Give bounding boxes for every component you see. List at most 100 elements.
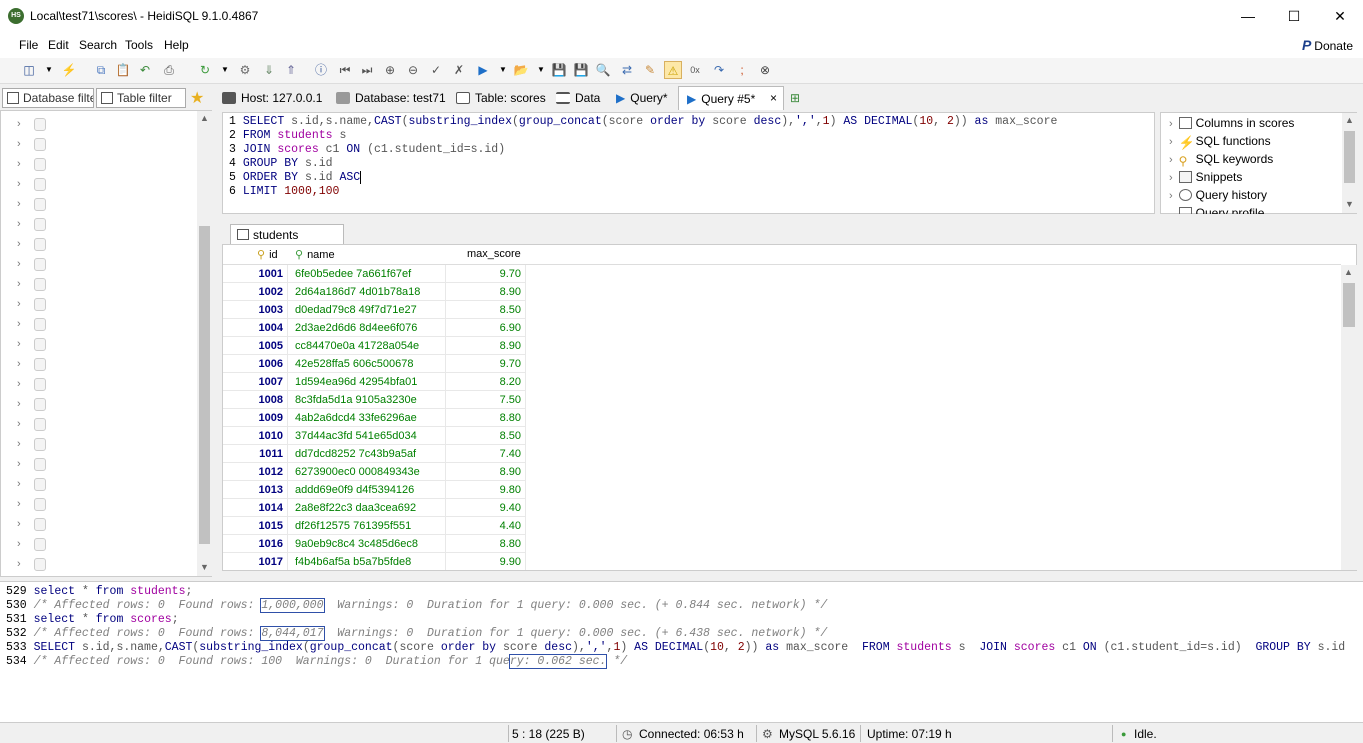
table-row[interactable]: 1017 f4b4b6af5a b5a7b5fde8 9.90 xyxy=(223,553,525,570)
cell-id[interactable]: 1012 xyxy=(223,463,283,481)
chevron-right-icon[interactable]: › xyxy=(17,318,21,330)
helper-query-profile[interactable]: ›Query profile xyxy=(1169,206,1264,214)
tree-node[interactable]: › xyxy=(17,555,197,575)
scroll-up-icon[interactable]: ▲ xyxy=(1344,267,1353,277)
table-row[interactable]: 1009 4ab2a6dcd4 33fe6296ae 8.80 xyxy=(223,409,525,427)
tab-host[interactable]: Host: 127.0.0.1 xyxy=(222,86,322,110)
column-header-id[interactable]: ⚲ id xyxy=(257,248,278,261)
helper-scrollbar[interactable]: ▲ ▼ xyxy=(1342,113,1357,213)
helper-sql-functions[interactable]: › ⚡SQL functions xyxy=(1169,134,1271,152)
cell-name[interactable]: f4b4b6af5a b5a7b5fde8 xyxy=(295,553,411,570)
checkbox-icon[interactable] xyxy=(1178,207,1192,214)
delete-record-icon[interactable]: ⊖ xyxy=(404,61,422,79)
cell-name[interactable]: 4ab2a6dcd4 33fe6296ae xyxy=(295,409,417,427)
menu-edit[interactable]: Edit xyxy=(48,38,69,52)
chevron-right-icon[interactable]: › xyxy=(17,498,21,510)
cell-max-score[interactable]: 8.80 xyxy=(445,535,521,553)
semicolon-icon[interactable]: ; xyxy=(733,61,751,79)
cell-name[interactable]: 2d64a186d7 4d01b78a18 xyxy=(295,283,420,301)
insert-record-icon[interactable]: ⊕ xyxy=(381,61,399,79)
copy-icon[interactable]: ⧉ xyxy=(92,61,110,79)
table-row[interactable]: 1004 2d3ae2d6d6 8d4ee6f076 6.90 xyxy=(223,319,525,337)
cell-id[interactable]: 1015 xyxy=(223,517,283,535)
table-row[interactable]: 1005 cc84470e0a 41728a054e 8.90 xyxy=(223,337,525,355)
cell-id[interactable]: 1006 xyxy=(223,355,283,373)
table-row[interactable]: 1010 37d44ac3fd 541e65d034 8.50 xyxy=(223,427,525,445)
chevron-right-icon[interactable]: › xyxy=(17,338,21,350)
user-manager-icon[interactable]: ⚙ xyxy=(236,61,254,79)
tree-node[interactable]: › xyxy=(17,435,197,455)
tree-node[interactable]: › xyxy=(17,295,197,315)
chevron-right-icon[interactable]: › xyxy=(17,558,21,570)
cell-id[interactable]: 1017 xyxy=(223,553,283,570)
cell-id[interactable]: 1010 xyxy=(223,427,283,445)
chevron-right-icon[interactable]: › xyxy=(17,178,21,190)
cell-id[interactable]: 1009 xyxy=(223,409,283,427)
editor-line[interactable]: 3 JOIN scores c1 ON (c1.student_id=s.id) xyxy=(229,143,505,157)
table-row[interactable]: 1015 df26f12575 761395f551 4.40 xyxy=(223,517,525,535)
table-row[interactable]: 1013 addd69e0f9 d4f5394126 9.80 xyxy=(223,481,525,499)
cell-name[interactable]: dd7dcd8252 7c43b9a5af xyxy=(295,445,416,463)
grid-scroll-thumb[interactable] xyxy=(1343,283,1355,327)
menu-help[interactable]: Help xyxy=(164,38,189,52)
find-icon[interactable]: 🔍 xyxy=(594,61,612,79)
table-row[interactable]: 1001 6fe0b5edee 7a661f67ef 9.70 xyxy=(223,265,525,283)
chevron-right-icon[interactable]: › xyxy=(17,158,21,170)
table-row[interactable]: 1002 2d64a186d7 4d01b78a18 8.90 xyxy=(223,283,525,301)
chevron-right-icon[interactable]: › xyxy=(17,258,21,270)
chevron-right-icon[interactable]: › xyxy=(17,358,21,370)
database-filter-input[interactable]: Database filte xyxy=(2,88,94,108)
tree-node[interactable]: › xyxy=(17,135,197,155)
cell-max-score[interactable]: 9.90 xyxy=(445,553,521,570)
cell-id[interactable]: 1011 xyxy=(223,445,283,463)
tree-node[interactable]: › xyxy=(17,475,197,495)
helper-query-history[interactable]: › Query history xyxy=(1169,188,1267,206)
cell-id[interactable]: 1003 xyxy=(223,301,283,319)
chevron-right-icon[interactable]: › xyxy=(17,518,21,530)
tab-database[interactable]: Database: test71 xyxy=(336,86,446,110)
tab-query-5[interactable]: ▶ Query #5* × xyxy=(678,86,784,110)
cell-max-score[interactable]: 9.70 xyxy=(445,265,521,283)
tree-node[interactable]: › xyxy=(17,235,197,255)
cell-name[interactable]: cc84470e0a 41728a054e xyxy=(295,337,419,355)
scroll-up-icon[interactable]: ▲ xyxy=(200,113,209,123)
run-query-icon[interactable]: ▶ xyxy=(474,61,492,79)
sql-log[interactable]: 529 select * from students; 530 /* Affect… xyxy=(0,581,1363,722)
helper-sql-keywords[interactable]: › ⚲ SQL keywords xyxy=(1169,152,1273,170)
cell-id[interactable]: 1013 xyxy=(223,481,283,499)
save-snippet-icon[interactable]: 💾 xyxy=(572,61,590,79)
tree-node[interactable]: › xyxy=(17,315,197,335)
log-query-icon[interactable]: 0x xyxy=(686,61,704,79)
chevron-right-icon[interactable]: › xyxy=(17,458,21,470)
open-file-icon[interactable]: 📂 xyxy=(512,61,530,79)
sql-editor[interactable]: 1 SELECT s.id,s.name,CAST(substring_inde… xyxy=(222,112,1155,214)
chevron-right-icon[interactable]: › xyxy=(17,378,21,390)
cell-max-score[interactable]: 8.90 xyxy=(445,283,521,301)
chevron-right-icon[interactable]: › xyxy=(17,418,21,430)
cell-max-score[interactable]: 8.90 xyxy=(445,337,521,355)
tree-node[interactable]: › xyxy=(17,215,197,235)
table-row[interactable]: 1008 8c3fda5d1a 9105a3230e 7.50 xyxy=(223,391,525,409)
minimize-button[interactable]: — xyxy=(1225,0,1271,32)
donate-button[interactable]: P Donate xyxy=(1302,37,1353,53)
open-dropdown-icon[interactable]: ▼ xyxy=(532,61,550,79)
tree-node[interactable]: › xyxy=(17,375,197,395)
table-row[interactable]: 1003 d0edad79c8 49f7d71e27 8.50 xyxy=(223,301,525,319)
export-icon[interactable]: ⇑ xyxy=(282,61,300,79)
cell-name[interactable]: 2a8e8f22c3 daa3cea692 xyxy=(295,499,416,517)
help-icon[interactable]: ⓘ xyxy=(312,61,330,79)
column-header-max-score[interactable]: max_score xyxy=(467,248,521,260)
favorites-star-icon[interactable]: ★ xyxy=(190,88,204,108)
run-dropdown-icon[interactable]: ▼ xyxy=(494,61,512,79)
log-line[interactable]: 531 select * from scores; xyxy=(6,613,179,627)
table-row[interactable]: 1011 dd7dcd8252 7c43b9a5af 7.40 xyxy=(223,445,525,463)
disconnect-icon[interactable]: ⚡ xyxy=(60,61,78,79)
cell-id[interactable]: 1004 xyxy=(223,319,283,337)
tab-data[interactable]: Data xyxy=(556,86,600,110)
log-line[interactable]: 530 /* Affected rows: 0 Found rows: 1,00… xyxy=(6,598,827,613)
helper-scroll-thumb[interactable] xyxy=(1344,131,1355,183)
table-row[interactable]: 1016 9a0eb9c8c4 3c485d6ec8 8.80 xyxy=(223,535,525,553)
chevron-right-icon[interactable]: › xyxy=(17,218,21,230)
result-grid[interactable]: ⚲ id ⚲ name max_score 1001 6fe0b5edee 7a661… xyxy=(222,244,1357,571)
new-query-tab-icon[interactable]: ⊞ xyxy=(790,86,800,110)
